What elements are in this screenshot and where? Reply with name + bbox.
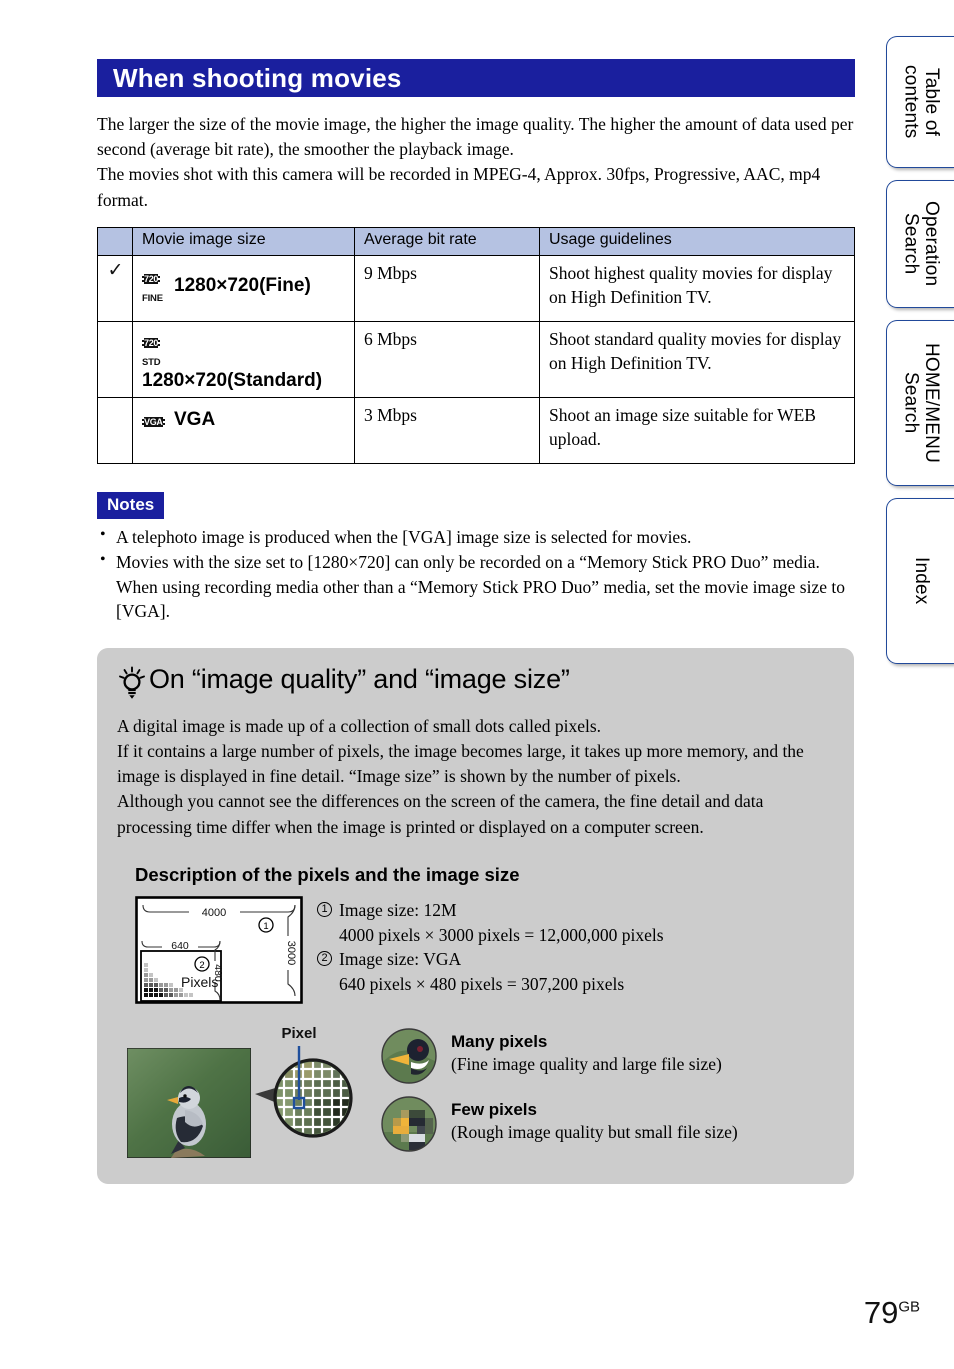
list-item: Many pixels (Fine image quality and larg… [381, 1027, 738, 1084]
movie-size-cell: VGA VGA [132, 396, 355, 464]
tip-subheading: Description of the pixels and the image … [135, 863, 520, 885]
notes-label: Notes [97, 491, 165, 519]
row-selected-cell [97, 320, 133, 398]
table-row: VGA VGA 3 Mbps Shoot an image size suita… [97, 396, 855, 464]
tip-body-line: If it contains a large number of pixels,… [117, 740, 804, 787]
column-header-check [97, 226, 133, 256]
bird-photo [127, 1047, 251, 1158]
movie-size-vga-icon: VGA [142, 417, 165, 428]
comparison-detail: (Rough image quality but small file size… [451, 1121, 738, 1142]
side-tab-label: Operation Search [900, 201, 943, 287]
row-selected-cell: ✓ [97, 254, 133, 322]
tip-body: A digital image is made up of a collecti… [117, 714, 834, 840]
diagram-width-label: 4000 [202, 907, 226, 919]
movie-size-720-fine-icon: 720 FINE [142, 273, 163, 304]
many-pixels-thumbnail [381, 1027, 437, 1084]
page-number: 79GB [864, 1295, 920, 1331]
intro-line-1: The larger the size of the movie image, … [97, 114, 854, 160]
side-tab-label: HOME/MENU Search [900, 342, 943, 464]
pixel-label: Pixel [281, 1025, 316, 1042]
column-header-usage-guidelines: Usage guidelines [539, 226, 855, 256]
pixel-comparison-list: Many pixels (Fine image quality and larg… [381, 1022, 738, 1164]
side-tab-index[interactable]: Index [886, 498, 954, 664]
side-tab-operation-search[interactable]: Operation Search [886, 180, 954, 308]
image-size-detail: 640 pixels × 480 pixels = 307,200 pixels [339, 974, 625, 995]
side-tab-label: Table of contents [900, 65, 943, 139]
tip-body-line: A digital image is made up of a collecti… [117, 715, 602, 736]
bit-rate-cell: 6 Mbps [354, 320, 540, 398]
intro-line-2: The movies shot with this camera will be… [97, 164, 821, 210]
movie-size-cell: 720 FINE 1280×720(Fine) [132, 254, 355, 322]
list-item: 2 Image size: VGA [317, 947, 664, 972]
pixel-diagram-row: 4000 3000 640 480 1 2 Pixels 1 Image siz… [135, 895, 834, 1004]
diagram-marker-2: 2 [199, 960, 204, 971]
list-item: Movies with the size set to [1280×720] c… [97, 549, 855, 624]
diagram-marker-1: 1 [263, 921, 268, 932]
image-size-list: 1 Image size: 12M 4000 pixels × 3000 pix… [317, 896, 664, 1004]
image-size-title: Image size: 12M [339, 899, 457, 920]
tip-panel: On “image quality” and “image size” A di… [97, 647, 854, 1184]
lightbulb-icon [119, 666, 145, 699]
movie-size-cell: 720 STD 1280×720(Standard) [132, 320, 355, 398]
diagram-inner-width-label: 640 [171, 940, 189, 952]
pixel-magnifier: Pixel [255, 1025, 353, 1138]
page-title: When shooting movies [113, 62, 402, 93]
page-number-suffix: GB [898, 1298, 920, 1316]
column-header-movie-image-size: Movie image size [132, 226, 355, 256]
tip-header: On “image quality” and “image size” [117, 664, 834, 700]
checkmark-icon: ✓ [107, 259, 124, 281]
page-number-value: 79 [863, 1295, 899, 1330]
comparison-detail: (Fine image quality and large file size) [451, 1053, 722, 1074]
side-tab-label: Index [910, 557, 932, 605]
marker-1-icon: 1 [317, 901, 332, 917]
movie-size-label: 1280×720(Fine) [174, 274, 311, 296]
intro-paragraph: The larger the size of the movie image, … [97, 112, 855, 213]
list-item: Few pixels (Rough image quality but smal… [381, 1095, 738, 1152]
movie-size-table: Movie image size Average bit rate Usage … [97, 226, 855, 464]
page-content: When shooting movies The larger the size… [97, 0, 855, 1184]
side-tab-home-menu-search[interactable]: HOME/MENU Search [886, 320, 954, 486]
page-title-bar: When shooting movies [97, 59, 855, 97]
usage-cell: Shoot standard quality movies for displa… [539, 320, 855, 398]
movie-size-label: 1280×720(Standard) [142, 369, 323, 391]
notes-list: A telephoto image is produced when the [… [97, 524, 855, 624]
table-header-row: Movie image size Average bit rate Usage … [97, 226, 855, 256]
image-size-diagram: 4000 3000 640 480 1 2 Pixels [135, 895, 303, 1004]
usage-cell: Shoot an image size suitable for WEB upl… [539, 396, 855, 464]
image-size-title: Image size: VGA [339, 949, 462, 970]
column-header-average-bit-rate: Average bit rate [354, 226, 540, 256]
bit-rate-cell: 9 Mbps [354, 254, 540, 322]
bit-rate-cell: 3 Mbps [354, 396, 540, 464]
comparison-title: Many pixels [451, 1031, 548, 1051]
table-row: 720 STD 1280×720(Standard) 6 Mbps Shoot … [97, 320, 855, 398]
pixel-comparison-row: Pixel Many pixels (Fine image quality an… [127, 1022, 834, 1164]
tip-body-line: Although you cannot see the differences … [117, 791, 764, 837]
movie-size-label: VGA [174, 408, 216, 430]
comparison-title: Few pixels [451, 1099, 537, 1119]
image-size-detail: 4000 pixels × 3000 pixels = 12,000,000 p… [339, 924, 664, 945]
tip-title: On “image quality” and “image size” [149, 663, 570, 694]
list-item: 1 Image size: 12M [317, 898, 664, 923]
diagram-pixels-label: Pixels [181, 974, 218, 990]
few-pixels-thumbnail [381, 1095, 437, 1152]
row-selected-cell [97, 396, 133, 464]
movie-size-720-std-icon: 720 STD [142, 337, 161, 368]
table-row: ✓ 720 FINE 1280×720(Fine) 9 Mbps Shoot h… [97, 254, 855, 322]
marker-2-icon: 2 [317, 951, 332, 967]
list-item: A telephoto image is produced when the [… [97, 524, 855, 550]
usage-cell: Shoot highest quality movies for display… [539, 254, 855, 322]
diagram-height-label: 3000 [285, 940, 297, 964]
side-tab-nav: Table of contents Operation Search HOME/… [886, 36, 954, 676]
side-tab-table-of-contents[interactable]: Table of contents [886, 36, 954, 168]
